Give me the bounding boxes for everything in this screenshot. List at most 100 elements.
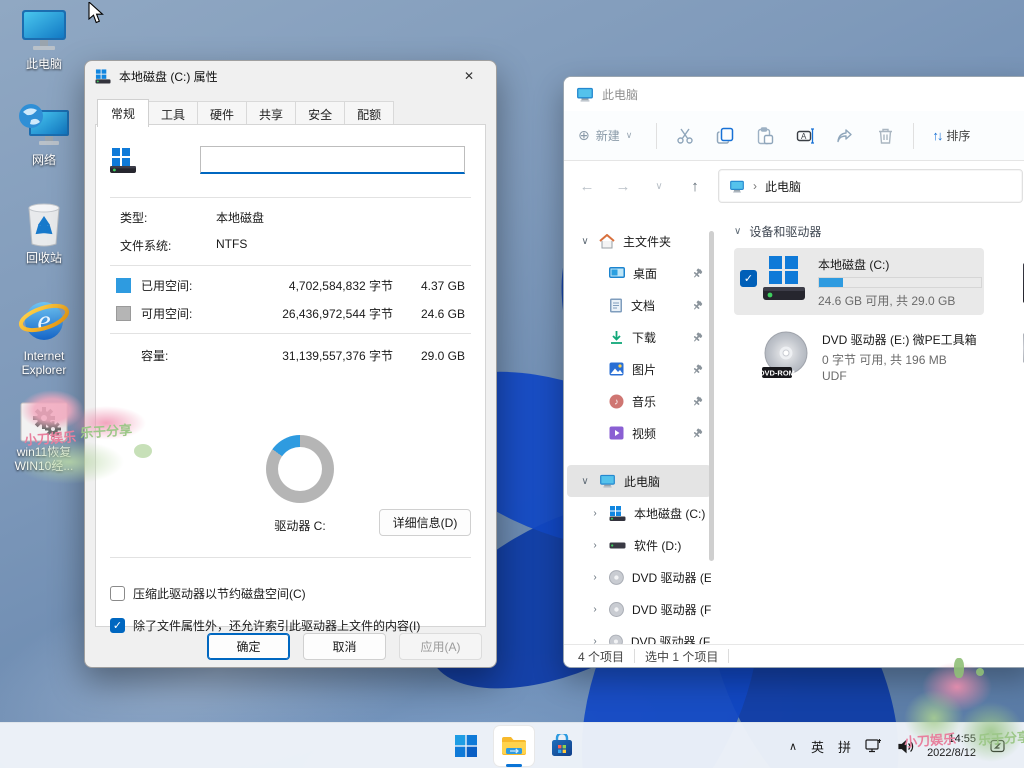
download-icon <box>609 330 624 345</box>
paste-button[interactable] <box>745 119 785 153</box>
sidebar-item-music[interactable]: ♪ 音乐 <box>567 385 711 417</box>
tray-time: 14:55 <box>927 732 976 746</box>
sidebar-item-downloads[interactable]: 下载 <box>567 321 711 353</box>
drive-name: 本地磁盘 (C:) <box>818 256 982 273</box>
capacity-bar <box>818 277 982 288</box>
drive-icon <box>609 542 626 549</box>
copy-icon <box>716 127 734 145</box>
address-bar[interactable]: › 此电脑 <box>718 169 1023 203</box>
sidebar-item-drive-extra[interactable]: › DVD 驱动器 (F:) <box>567 625 711 644</box>
network-tray-icon[interactable] <box>858 726 890 766</box>
plus-circle-icon: ⊕ <box>578 127 590 144</box>
breadcrumb[interactable]: 此电脑 <box>765 178 801 195</box>
drive-c-tile[interactable]: ✓ 本地磁盘 (C:) 24.6 GB 可用, 共 29.0 GB <box>734 248 984 315</box>
ok-button[interactable]: 确定 <box>207 633 290 660</box>
chevron-right-icon[interactable]: › <box>589 540 601 551</box>
forward-button[interactable]: → <box>610 178 636 195</box>
close-button[interactable]: ✕ <box>452 64 486 88</box>
chevron-right-icon[interactable]: › <box>589 508 601 519</box>
chevron-right-icon[interactable]: › <box>589 572 601 583</box>
compress-checkbox[interactable] <box>110 586 125 601</box>
tab-page-general: 类型:本地磁盘 文件系统:NTFS 已用空间: 4,702,584,832 字节… <box>95 124 486 627</box>
chevron-down-icon[interactable]: ∨ <box>579 476 591 487</box>
ime-language-indicator[interactable]: 英 <box>804 726 831 766</box>
dialog-titlebar[interactable]: 本地磁盘 (C:) 属性 ✕ <box>85 61 496 91</box>
details-button[interactable]: 详细信息(D) <box>379 509 471 536</box>
status-divider <box>634 649 635 663</box>
notification-center-button[interactable] <box>982 726 1014 766</box>
sidebar-item-videos[interactable]: 视频 <box>567 417 711 449</box>
file-explorer-taskbar-button[interactable] <box>494 726 534 766</box>
pin-icon <box>692 364 703 375</box>
desktop-icon-this-pc[interactable]: 此电脑 <box>6 8 82 71</box>
sidebar-item-drive-f[interactable]: › DVD 驱动器 (F <box>567 593 711 625</box>
start-button[interactable] <box>446 726 486 766</box>
cut-button[interactable] <box>665 119 705 153</box>
system-drive-icon <box>609 506 626 521</box>
system-drive-icon <box>95 69 111 84</box>
drive-filesystem: UDF <box>822 368 1000 384</box>
show-hidden-icons-button[interactable]: ∧ <box>782 726 804 766</box>
copy-button[interactable] <box>705 119 745 153</box>
chevron-down-icon[interactable]: ∨ <box>734 226 741 237</box>
rename-icon: A <box>796 127 815 145</box>
this-pc-icon <box>599 474 616 488</box>
clock[interactable]: 14:55 2022/8/12 <box>921 726 982 766</box>
pin-icon <box>692 396 703 407</box>
chevron-down-icon: ∨ <box>626 130 633 141</box>
sidebar-item-home[interactable]: ∨ 主文件夹 <box>567 225 711 257</box>
desktop-icon-label: 回收站 <box>26 251 62 265</box>
sidebar-item-drive-c[interactable]: › 本地磁盘 (C:) <box>567 497 711 529</box>
chevron-down-icon[interactable]: ∨ <box>579 236 591 247</box>
desktop-icon-internet-explorer[interactable]: e Internet Explorer <box>6 294 82 377</box>
close-icon: ✕ <box>464 69 474 83</box>
sort-button[interactable]: ↑↓ 排序 <box>922 127 970 144</box>
tab-general[interactable]: 常规 <box>97 99 149 127</box>
volume-tray-icon[interactable] <box>890 726 921 766</box>
pin-icon <box>692 332 703 343</box>
explorer-window: 此电脑 ⊕ 新建 ∨ A <box>563 76 1024 668</box>
explorer-command-bar: ⊕ 新建 ∨ A <box>564 111 1024 161</box>
desktop-icon-network[interactable]: 网络 <box>6 102 82 167</box>
sidebar-item-this-pc[interactable]: ∨ 此电脑 <box>567 465 711 497</box>
new-button[interactable]: ⊕ 新建 ∨ <box>578 127 648 144</box>
share-button[interactable] <box>825 119 865 153</box>
explorer-statusbar: 4 个项目 选中 1 个项目 <box>564 644 1024 667</box>
explorer-titlebar[interactable]: 此电脑 <box>564 77 1024 111</box>
ime-mode-indicator[interactable]: 拼 <box>831 726 858 766</box>
sidebar-item-drive-d[interactable]: › 软件 (D:) <box>567 529 711 561</box>
volume-label-input[interactable] <box>200 146 465 174</box>
desktop-icon-recycle-bin[interactable]: 回收站 <box>6 200 82 265</box>
chevron-right-icon[interactable]: › <box>589 636 601 645</box>
apply-button[interactable]: 应用(A) <box>399 633 482 660</box>
mouse-cursor <box>88 2 104 24</box>
disk-usage-donut-chart <box>266 435 334 503</box>
desktop-icon-win11-restore[interactable]: win11恢复 WIN10经... <box>6 402 82 473</box>
back-button[interactable]: ← <box>574 178 600 195</box>
compress-checkbox-row[interactable]: 压缩此驱动器以节约磁盘空间(C) <box>110 585 306 602</box>
cancel-button[interactable]: 取消 <box>303 633 386 660</box>
sidebar-item-documents[interactable]: 文档 <box>567 289 711 321</box>
document-icon <box>609 298 623 313</box>
internet-explorer-icon: e <box>18 294 70 346</box>
delete-button[interactable] <box>865 119 905 153</box>
sort-arrows-icon: ↑↓ <box>932 128 941 143</box>
navigation-pane: ∨ 主文件夹 桌面 文档 <box>564 211 714 644</box>
selected-checkbox[interactable]: ✓ <box>740 270 757 287</box>
chevron-right-icon[interactable]: › <box>589 604 601 615</box>
rename-button[interactable]: A <box>785 119 825 153</box>
section-devices-and-drives[interactable]: ∨ 设备和驱动器 <box>734 223 1024 240</box>
microsoft-store-icon <box>550 734 574 758</box>
microsoft-store-taskbar-button[interactable] <box>542 726 582 766</box>
toolbar-divider <box>656 123 657 149</box>
network-icon <box>17 102 71 150</box>
drive-name: DVD 驱动器 (E:) 微PE工具箱 <box>822 331 1000 348</box>
drive-e-tile[interactable]: DVD-ROM DVD 驱动器 (E:) 微PE工具箱 0 字节 可用, 共 1… <box>756 323 1006 390</box>
explorer-title: 此电脑 <box>602 86 638 103</box>
sidebar-item-drive-e[interactable]: › DVD 驱动器 (E <box>567 561 711 593</box>
recent-locations-chevron[interactable]: ∨ <box>646 181 672 192</box>
desktop-icon-label: 网络 <box>32 153 56 167</box>
sidebar-item-pictures[interactable]: 图片 <box>567 353 711 385</box>
sidebar-item-desktop[interactable]: 桌面 <box>567 257 711 289</box>
up-button[interactable]: ↑ <box>682 178 708 195</box>
